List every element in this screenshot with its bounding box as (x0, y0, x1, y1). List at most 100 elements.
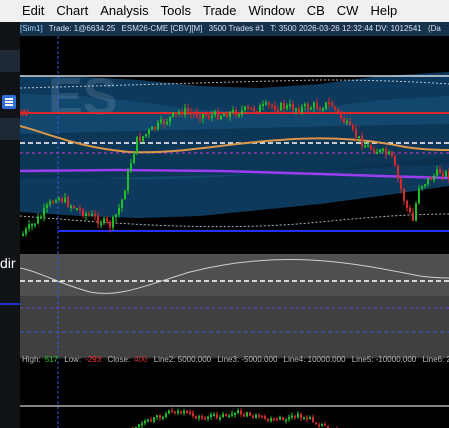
menu-cb[interactable]: CB (301, 0, 331, 22)
indicator-candle-body (318, 424, 320, 427)
price-candle-body (319, 108, 321, 111)
bar-details-label: T: 3500 2026-03-26 12:32:44 DV: 1012541 (270, 24, 422, 33)
price-candle-body (313, 103, 315, 108)
price-candle-body (229, 111, 231, 118)
menu-window[interactable]: Window (242, 0, 300, 22)
price-candle-body (244, 106, 246, 111)
price-candle-body (55, 200, 57, 203)
price-candle-body (34, 223, 36, 226)
price-candle-body (445, 171, 447, 177)
price-candle-body (325, 102, 327, 109)
side-panel-row (0, 118, 20, 140)
indicator-candle-body (207, 417, 209, 420)
price-candle-body (322, 108, 324, 111)
close-value: 400 (134, 355, 148, 364)
price-candle-body (415, 203, 417, 221)
price-candle-body (442, 173, 444, 177)
indicator-candle-body (165, 413, 167, 417)
price-candle-body (238, 114, 240, 117)
price-candle-body (412, 212, 414, 221)
price-candle-body (283, 102, 285, 109)
menu-chart[interactable]: Chart (50, 0, 94, 22)
price-candle-body (358, 136, 360, 139)
price-candle-body (235, 109, 237, 116)
price-candle-body (433, 175, 435, 180)
price-candle-body (139, 136, 141, 142)
price-candle-body (439, 169, 441, 174)
price-candle-body (259, 105, 261, 112)
indicator-candle-body (315, 422, 317, 425)
indicator-candles (132, 407, 338, 428)
hamburger-menu-icon[interactable] (2, 95, 16, 109)
indicator-candle-body (162, 416, 164, 419)
price-candle-body (184, 108, 186, 115)
price-candle-body (136, 136, 138, 153)
price-candle-body (127, 171, 129, 191)
price-candle-body (355, 129, 357, 138)
indicator-candle-body (228, 415, 230, 418)
price-candle-body (280, 102, 282, 111)
indicator-candle-body (222, 413, 224, 418)
price-candle-body (274, 105, 276, 110)
price-candle-body (361, 136, 363, 147)
indicator-candle-body (174, 411, 176, 414)
menu-edit[interactable]: Edit (0, 0, 50, 22)
price-candle-body (232, 109, 234, 112)
indicator-candle-body (150, 419, 152, 422)
price-candle-body (316, 103, 318, 109)
indicator-candle-body (234, 412, 236, 415)
price-candle-body (148, 129, 150, 135)
price-candle-body (340, 111, 342, 119)
price-candle-body (214, 111, 216, 116)
indicator-candle-body (309, 417, 311, 420)
indicator-candle-body (156, 415, 158, 418)
price-candle-body (172, 112, 174, 117)
price-candle-body (271, 104, 273, 107)
price-candle-body (364, 145, 366, 148)
price-candle-body (223, 114, 225, 117)
price-chart[interactable]: ES W (20, 36, 449, 428)
indicator-candle-body (138, 424, 140, 428)
price-candle-body (70, 205, 72, 208)
indicator-candle-body (168, 410, 170, 414)
line5-value: Line5: -10000.000 (351, 355, 417, 364)
chart-area[interactable]: [Sim1] Trade: 1@6634.25 ESM26-CME [CBV][… (20, 22, 449, 428)
menu-tools[interactable]: Tools (155, 0, 197, 22)
menu-analysis[interactable]: Analysis (94, 0, 154, 22)
menu-cw[interactable]: CW (331, 0, 365, 22)
indicator-candle-body (231, 413, 233, 416)
price-candle-body (268, 102, 270, 105)
price-candle-body (61, 198, 63, 203)
price-candle-body (154, 126, 156, 130)
price-candle-body (175, 112, 177, 115)
indicator-candle-body (147, 419, 149, 422)
high-value: 517 (44, 355, 59, 364)
menu-bar: Edit Chart Analysis Tools Trade Window C… (0, 0, 449, 23)
indicator-candle-body (273, 418, 275, 421)
left-side-panel: dir (0, 22, 20, 428)
low-value: -293 (85, 355, 102, 364)
price-candle-body (424, 184, 426, 187)
price-candle-body (118, 208, 120, 215)
indicator-candle-body (291, 415, 293, 418)
price-candle-body (169, 116, 171, 123)
indicator-candle-body (141, 423, 143, 426)
indicator-candle-body (153, 417, 155, 422)
indicator-candle-body (216, 414, 218, 419)
price-candle-body (157, 122, 159, 130)
price-candle-body (289, 104, 291, 107)
price-candle-body (436, 169, 438, 176)
menu-trade[interactable]: Trade (197, 0, 242, 22)
price-candle-body (370, 145, 372, 150)
menu-help[interactable]: Help (364, 0, 403, 22)
price-candle-body (112, 217, 114, 228)
price-candle-body (286, 105, 288, 109)
price-candle-body (100, 223, 102, 226)
indicator-candle-body (246, 412, 248, 417)
price-candle-body (406, 200, 408, 208)
price-candle-body (202, 114, 204, 119)
indicator-candle-body (321, 423, 323, 427)
price-candle-body (109, 221, 111, 228)
price-candle-body (76, 208, 78, 211)
indicator-candle-body (243, 414, 245, 417)
